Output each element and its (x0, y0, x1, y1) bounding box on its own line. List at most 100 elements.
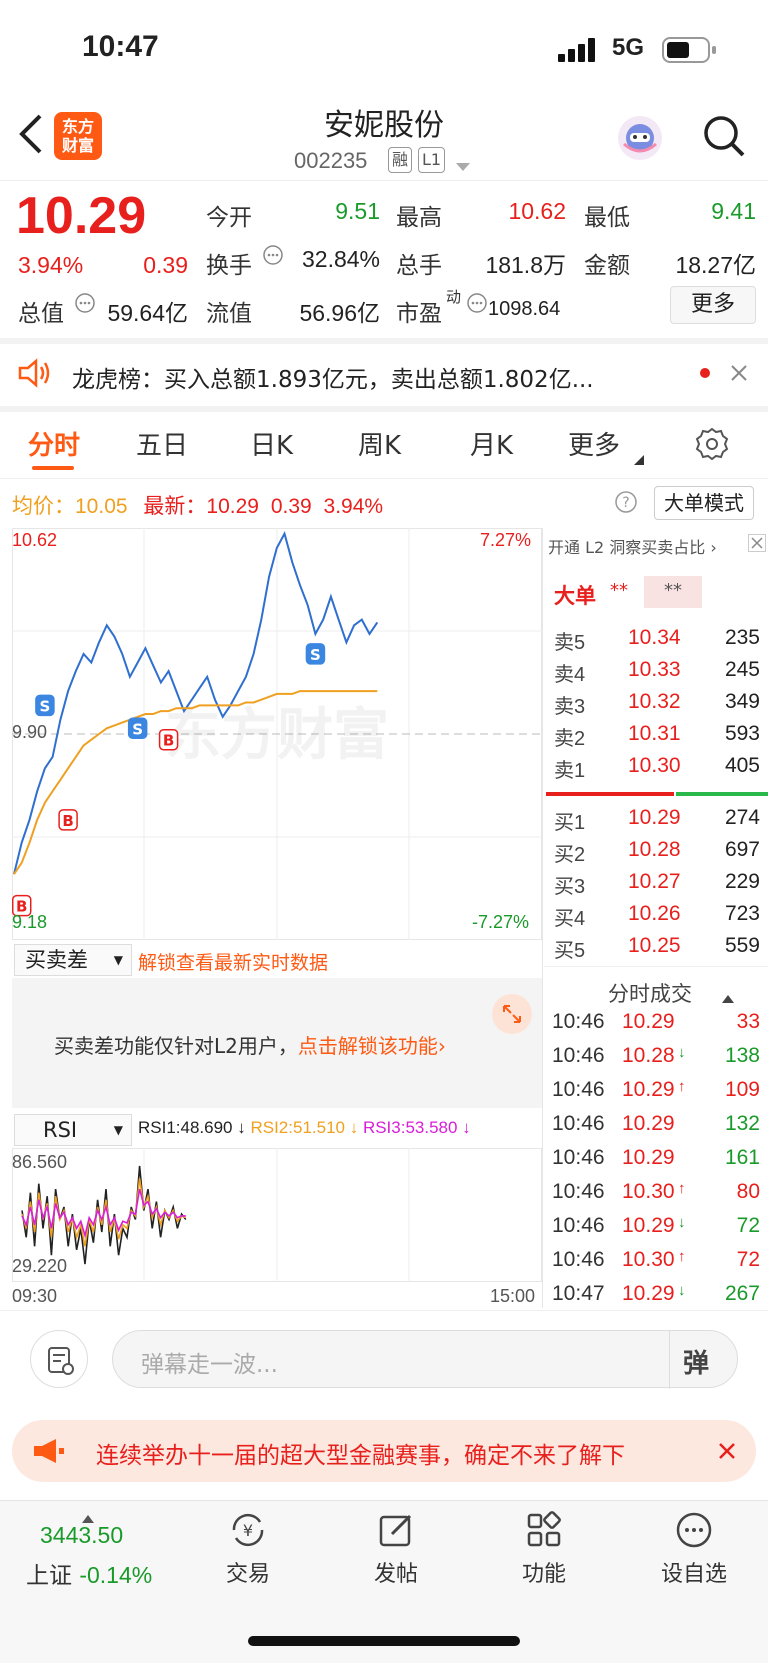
buy-marker[interactable]: B (58, 809, 78, 831)
turnover-value: 32.84% (301, 246, 380, 272)
arrow-up-icon: ↑ (678, 1248, 686, 1265)
tab-five-day[interactable]: 五日 (136, 425, 188, 462)
latest-change: 0.39 (270, 495, 312, 518)
bid-row-price: 10.29 (628, 806, 681, 829)
margin-tag: 融 (388, 147, 413, 173)
nav-post-label: 发帖 (373, 1562, 418, 1587)
ask-row[interactable]: 卖5 10.34 235 (554, 626, 760, 654)
ask-row-volume: 349 (724, 690, 760, 713)
bid-row-volume: 723 (724, 902, 760, 925)
close-icon[interactable] (748, 534, 766, 556)
ad-text: 连续举办十一届的超大型金融赛事，确定不来了解下 (96, 1443, 625, 1469)
danmu-toggle-icon[interactable]: 弹 (683, 1343, 709, 1380)
nav-trade[interactable]: ¥ 交易 (208, 1510, 288, 1588)
notice-text[interactable]: 龙虎榜：买入总额1.893亿元，卖出总额1.802亿... (72, 360, 672, 394)
index-value[interactable]: 3443.50 (40, 1522, 123, 1549)
orderbook-promo[interactable]: 开通 L2 洞察买卖占比 › (548, 534, 768, 558)
big-order-mode-button[interactable]: 大单模式 (654, 486, 754, 520)
last-price: 10.29 (16, 187, 147, 245)
help-icon[interactable]: ? (614, 490, 638, 518)
ask-row-price: 10.32 (628, 690, 681, 713)
big-order-red: ** (610, 580, 628, 601)
arrow-down-icon: ↓ (678, 1282, 686, 1299)
expand-icon[interactable] (492, 994, 532, 1034)
volume-value: 181.8万 (485, 252, 566, 278)
ticks-title[interactable]: 分时成交 (608, 978, 692, 1008)
megaphone-icon (34, 1439, 64, 1463)
spread-message[interactable]: 买卖差功能仅针对L2用户，点击解锁该功能› (54, 1030, 446, 1059)
close-icon[interactable] (718, 1442, 736, 1460)
buy-marker[interactable]: B (158, 728, 179, 751)
tab-more[interactable]: 更多 (568, 425, 620, 462)
bid-row[interactable]: 买5 10.25 559 (554, 934, 760, 962)
bid-row[interactable]: 买1 10.29 274 (554, 806, 760, 834)
orderbook-divider (544, 966, 768, 967)
svg-text:B: B (163, 732, 174, 750)
ask-row[interactable]: 卖1 10.30 405 (554, 754, 760, 782)
rsi-select[interactable]: RSI ▼ (14, 1114, 132, 1146)
float-label: 流值 (206, 301, 252, 327)
section-gap (0, 406, 768, 412)
tab-intraday[interactable]: 分时 (28, 425, 80, 462)
rsi-chart[interactable] (12, 1148, 542, 1282)
info-dots-icon[interactable] (74, 292, 96, 318)
close-icon[interactable] (730, 364, 748, 386)
tab-weekly-k[interactable]: 周K (358, 425, 401, 462)
sell-marker[interactable]: S (35, 694, 55, 717)
tick-volume: 132 (724, 1112, 760, 1135)
ask-row-volume: 405 (724, 754, 760, 777)
tick-price: 10.29 (622, 1010, 675, 1033)
chart-info-row: 均价：10.05 最新：10.29 0.39 3.94% (12, 490, 383, 520)
notes-icon-button[interactable] (30, 1330, 88, 1388)
edit-icon (379, 1514, 412, 1547)
price-chart[interactable]: 东方财富 SSSBBB (12, 528, 542, 940)
svg-text:S: S (40, 697, 51, 715)
big-order-green-box: ** (644, 576, 702, 608)
search-icon[interactable] (702, 114, 746, 162)
unlock-link[interactable]: 解锁查看最新实时数据 (138, 948, 328, 975)
bid-row[interactable]: 买3 10.27 229 (554, 870, 760, 898)
chevron-down-icon[interactable] (456, 158, 470, 177)
danmu-input[interactable]: 弹幕走一波... 弹 (112, 1330, 738, 1389)
tick-price: 10.29 (622, 1112, 675, 1135)
ad-banner[interactable]: 连续举办十一届的超大型金融赛事，确定不来了解下 (12, 1420, 756, 1482)
sell-marker[interactable]: S (305, 643, 326, 665)
latest-value: 10.29 (206, 495, 259, 518)
nav-add-watchlist[interactable]: 设自选 (652, 1510, 736, 1588)
nav-post[interactable]: 发帖 (356, 1510, 436, 1588)
bid-row[interactable]: 买4 10.26 723 (554, 902, 760, 930)
bid-row-label: 买5 (554, 940, 586, 962)
avg-value: 10.05 (75, 495, 128, 518)
pe-label: 市盈 (396, 301, 442, 327)
spread-select[interactable]: 买卖差 ▼ (14, 944, 132, 976)
gear-icon[interactable] (694, 426, 730, 466)
sell-marker[interactable]: S (127, 717, 148, 740)
amount-label: 金额 (584, 253, 630, 279)
ask-row[interactable]: 卖3 10.32 349 (554, 690, 760, 718)
high-label: 最高 (396, 205, 442, 231)
bid-row[interactable]: 买2 10.28 697 (554, 838, 760, 866)
info-dots-icon[interactable] (466, 292, 488, 318)
tick-time: 10:46 (552, 1078, 605, 1101)
more-button[interactable]: 更多 (670, 286, 756, 324)
change-amount: 0.39 (143, 252, 188, 278)
x-end-label: 15:00 (490, 1286, 536, 1306)
ask-row-price: 10.33 (628, 658, 681, 681)
info-dots-icon[interactable] (262, 244, 284, 270)
network-type: 5G (612, 34, 645, 61)
nav-functions[interactable]: 功能 (504, 1510, 584, 1588)
ask-row[interactable]: 卖2 10.31 593 (554, 722, 760, 750)
ask-row[interactable]: 卖4 10.33 245 (554, 658, 760, 686)
bid-row-price: 10.28 (628, 838, 681, 861)
tab-monthly-k[interactable]: 月K (470, 425, 513, 462)
tab-daily-k[interactable]: 日K (250, 425, 293, 462)
tick-price: 10.30 (622, 1248, 675, 1271)
index-ticker[interactable]: 上证 -0.14% (26, 1556, 152, 1590)
spread-unlock-link[interactable]: 点击解锁该功能 (298, 1034, 438, 1058)
arrow-down-icon: ↓ (678, 1044, 686, 1061)
ask-row-price: 10.30 (628, 754, 681, 777)
ask-row-price: 10.34 (628, 626, 681, 649)
rsi3-value: RSI3:53.580 (362, 1118, 458, 1137)
bid-row-volume: 559 (724, 934, 760, 957)
robot-assistant-icon[interactable] (616, 114, 664, 166)
